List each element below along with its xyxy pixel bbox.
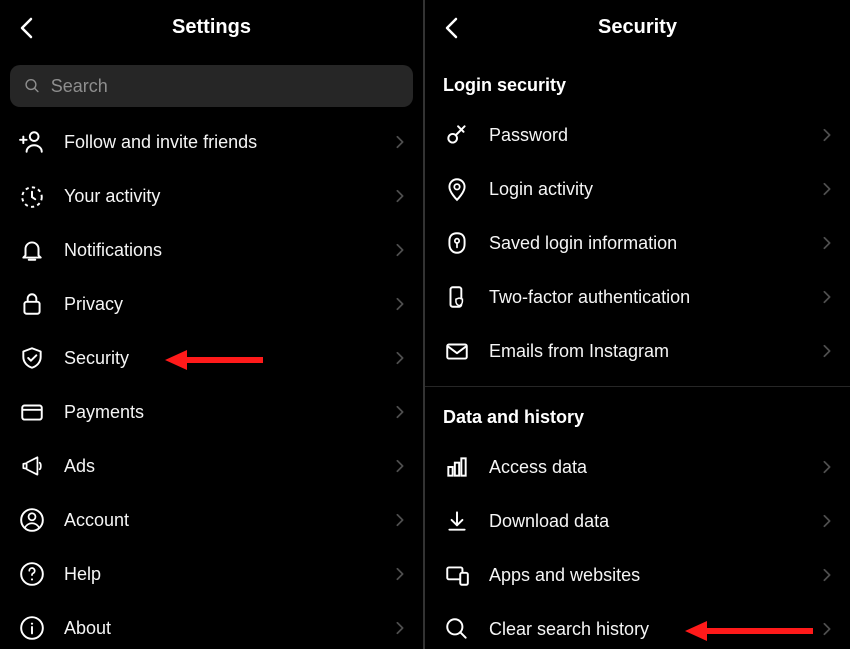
settings-header: Settings [0,0,423,55]
security-item-password[interactable]: Password [425,108,850,162]
chevron-left-icon [19,17,33,39]
lock-icon [18,290,46,318]
security-item-download-data[interactable]: Download data [425,494,850,548]
settings-item-label: Security [46,348,393,369]
security-item-label: Access data [471,457,820,478]
settings-item-label: Help [46,564,393,585]
settings-item-help[interactable]: Help [0,547,423,601]
location-pin-icon [443,175,471,203]
account-circle-icon [18,506,46,534]
settings-item-label: About [46,618,393,639]
security-item-saved-login[interactable]: Saved login information [425,216,850,270]
chevron-right-icon [393,135,407,149]
search-field[interactable] [10,65,413,107]
chevron-left-icon [444,17,458,39]
settings-item-activity[interactable]: Your activity [0,169,423,223]
chevron-right-icon [820,344,834,358]
search-container [0,55,423,115]
data-history-list: Access data Download data Apps and websi… [425,440,850,649]
key-icon [443,121,471,149]
phone-shield-icon [443,283,471,311]
section-data-history: Data and history [425,387,850,440]
info-circle-icon [18,614,46,642]
security-item-label: Login activity [471,179,820,200]
settings-item-label: Payments [46,402,393,423]
keyhole-icon [443,229,471,257]
security-item-clear-search-history[interactable]: Clear search history [425,602,850,649]
chevron-right-icon [393,243,407,257]
settings-item-label: Your activity [46,186,393,207]
chevron-right-icon [820,182,834,196]
megaphone-icon [18,452,46,480]
envelope-icon [443,337,471,365]
back-button[interactable] [439,16,463,40]
settings-item-ads[interactable]: Ads [0,439,423,493]
settings-title: Settings [172,16,251,39]
settings-item-label: Ads [46,456,393,477]
settings-item-security[interactable]: Security [0,331,423,385]
security-item-label: Clear search history [471,619,820,640]
side-by-side-screens: Settings Follow and invite friends Your [0,0,850,649]
search-input[interactable] [51,76,399,97]
shield-check-icon [18,344,46,372]
activity-clock-icon [18,182,46,210]
chevron-right-icon [820,460,834,474]
security-item-label: Saved login information [471,233,820,254]
chevron-right-icon [393,189,407,203]
settings-item-account[interactable]: Account [0,493,423,547]
bar-chart-icon [443,453,471,481]
settings-item-label: Account [46,510,393,531]
login-security-list: Password Login activity Saved login info… [425,108,850,378]
security-item-label: Two-factor authentication [471,287,820,308]
security-item-emails[interactable]: Emails from Instagram [425,324,850,378]
settings-item-label: Notifications [46,240,393,261]
chevron-right-icon [820,290,834,304]
devices-icon [443,561,471,589]
help-circle-icon [18,560,46,588]
search-icon [443,615,471,643]
chevron-right-icon [393,513,407,527]
settings-item-label: Follow and invite friends [46,132,393,153]
security-item-login-activity[interactable]: Login activity [425,162,850,216]
back-button[interactable] [14,16,38,40]
settings-item-notifications[interactable]: Notifications [0,223,423,277]
credit-card-icon [18,398,46,426]
security-screen: Security Login security Password Login a… [425,0,850,649]
chevron-right-icon [820,568,834,582]
download-icon [443,507,471,535]
section-login-security: Login security [425,55,850,108]
settings-list: Follow and invite friends Your activity … [0,115,423,649]
security-item-apps-websites[interactable]: Apps and websites [425,548,850,602]
settings-item-label: Privacy [46,294,393,315]
settings-screen: Settings Follow and invite friends Your [0,0,425,649]
chevron-right-icon [393,621,407,635]
security-item-label: Apps and websites [471,565,820,586]
bell-icon [18,236,46,264]
settings-item-about[interactable]: About [0,601,423,649]
settings-item-payments[interactable]: Payments [0,385,423,439]
add-person-icon [18,128,46,156]
chevron-right-icon [393,567,407,581]
chevron-right-icon [820,236,834,250]
security-item-label: Emails from Instagram [471,341,820,362]
settings-item-follow-invite[interactable]: Follow and invite friends [0,115,423,169]
security-item-two-factor[interactable]: Two-factor authentication [425,270,850,324]
chevron-right-icon [820,622,834,636]
chevron-right-icon [393,351,407,365]
security-item-access-data[interactable]: Access data [425,440,850,494]
chevron-right-icon [393,297,407,311]
security-item-label: Password [471,125,820,146]
chevron-right-icon [820,514,834,528]
settings-item-privacy[interactable]: Privacy [0,277,423,331]
security-header: Security [425,0,850,55]
chevron-right-icon [820,128,834,142]
security-item-label: Download data [471,511,820,532]
search-icon [24,77,41,95]
chevron-right-icon [393,459,407,473]
security-title: Security [598,16,677,39]
chevron-right-icon [393,405,407,419]
